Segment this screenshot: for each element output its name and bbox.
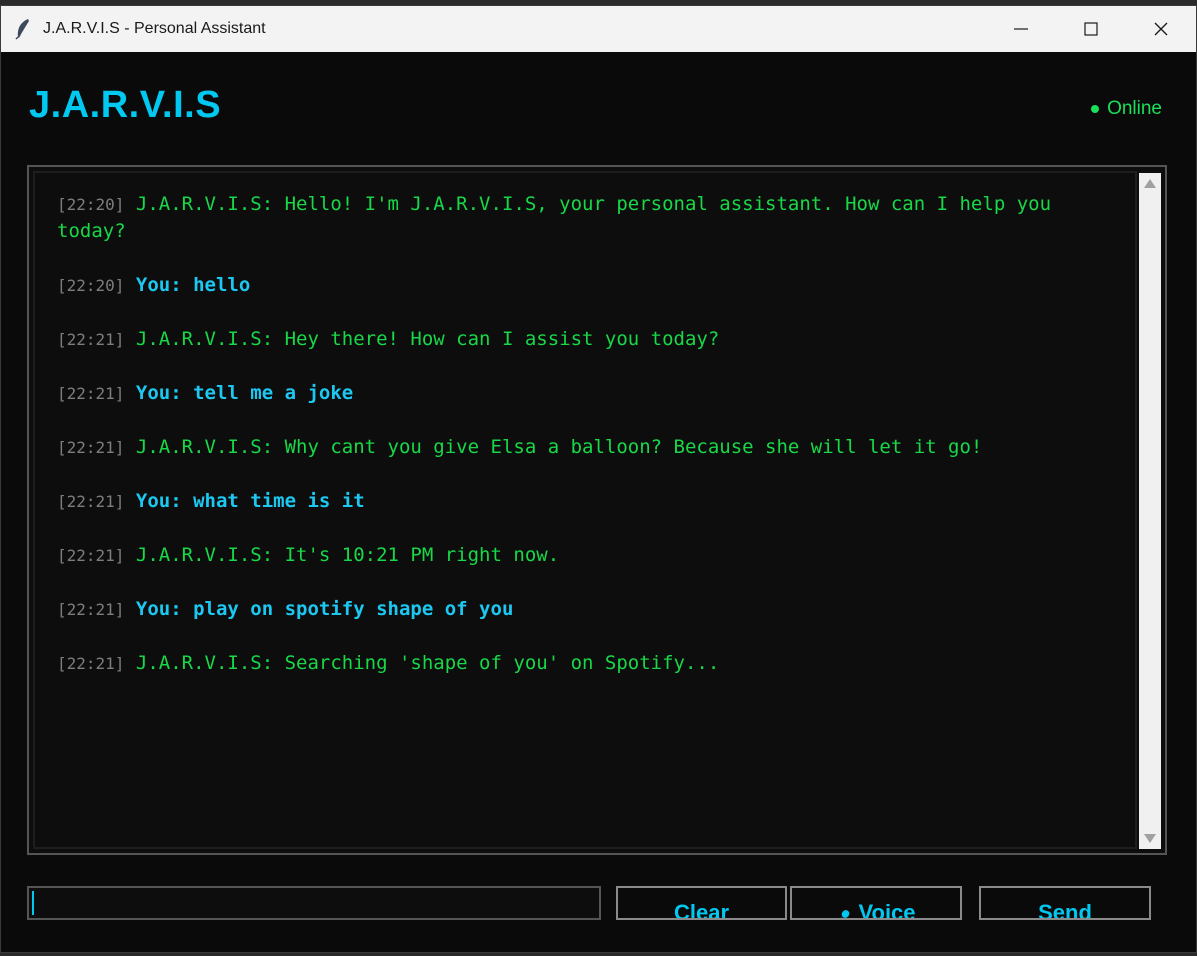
minimize-icon: [1014, 28, 1028, 30]
message-list: [22:20] J.A.R.V.I.S: Hello! I'm J.A.R.V.…: [57, 191, 1115, 704]
assistant-message-text: J.A.R.V.I.S: Why cant you give Elsa a ba…: [135, 436, 983, 458]
message-timestamp: [22:20]: [57, 195, 125, 214]
message-timestamp: [22:21]: [57, 492, 125, 511]
app-title: J.A.R.V.I.S: [29, 84, 222, 126]
chat-panel: [22:20] J.A.R.V.I.S: Hello! I'm J.A.R.V.…: [27, 165, 1167, 855]
feather-icon: [15, 19, 29, 40]
chat-message: [22:21] You: play on spotify shape of yo…: [57, 596, 1115, 623]
message-timestamp: [22:21]: [57, 654, 125, 673]
chat-message: [22:20] J.A.R.V.I.S: Hello! I'm J.A.R.V.…: [57, 191, 1115, 245]
scroll-down-arrow-icon[interactable]: [1144, 834, 1156, 843]
text-caret: [32, 891, 34, 915]
assistant-message-text: J.A.R.V.I.S: Hello! I'm J.A.R.V.I.S, you…: [57, 193, 1063, 242]
user-message-text: You: what time is it: [135, 490, 365, 512]
status-dot-icon: [1091, 105, 1100, 113]
title-bar: J.A.R.V.I.S - Personal Assistant: [1, 6, 1196, 52]
assistant-message-text: J.A.R.V.I.S: It's 10:21 PM right now.: [135, 544, 560, 566]
message-timestamp: [22:21]: [57, 438, 125, 457]
app-window: J.A.R.V.I.S - Personal Assistant J.A.R.V…: [0, 5, 1197, 953]
message-timestamp: [22:21]: [57, 384, 125, 403]
voice-button-label: Voice: [858, 900, 916, 920]
chat-message: [22:21] J.A.R.V.I.S: Hey there! How can …: [57, 326, 1115, 353]
chat-message: [22:21] You: what time is it: [57, 488, 1115, 515]
chat-scrollbar[interactable]: [1139, 173, 1161, 849]
microphone-icon: [841, 910, 850, 918]
chat-log[interactable]: [22:20] J.A.R.V.I.S: Hello! I'm J.A.R.V.…: [33, 171, 1137, 849]
maximize-button[interactable]: [1056, 6, 1126, 52]
message-input[interactable]: [27, 886, 601, 920]
chat-message: [22:21] J.A.R.V.I.S: It's 10:21 PM right…: [57, 542, 1115, 569]
message-timestamp: [22:21]: [57, 546, 125, 565]
assistant-message-text: J.A.R.V.I.S: Searching 'shape of you' on…: [135, 652, 720, 674]
window-title: J.A.R.V.I.S - Personal Assistant: [43, 20, 266, 37]
send-button[interactable]: Send: [979, 886, 1151, 920]
minimize-button[interactable]: [986, 6, 1056, 52]
chat-message: [22:21] J.A.R.V.I.S: Searching 'shape of…: [57, 650, 1115, 677]
assistant-message-text: J.A.R.V.I.S: Hey there! How can I assist…: [135, 328, 720, 350]
window-controls: [986, 6, 1196, 52]
maximize-icon: [1084, 22, 1098, 36]
user-message-text: You: tell me a joke: [135, 382, 354, 404]
close-button[interactable]: [1126, 6, 1196, 52]
clear-button-label: Clear: [673, 900, 730, 920]
chat-message: [22:21] You: tell me a joke: [57, 380, 1115, 407]
user-message-text: You: play on spotify shape of you: [135, 598, 514, 620]
message-timestamp: [22:21]: [57, 600, 125, 619]
status-indicator: Online: [1091, 98, 1162, 120]
message-timestamp: [22:20]: [57, 276, 125, 295]
voice-button[interactable]: Voice: [790, 886, 962, 920]
message-timestamp: [22:21]: [57, 330, 125, 349]
close-icon: [1154, 22, 1168, 36]
clear-button[interactable]: Clear: [616, 886, 787, 920]
chat-message: [22:21] J.A.R.V.I.S: Why cant you give E…: [57, 434, 1115, 461]
status-label: Online: [1107, 98, 1162, 119]
chat-message: [22:20] You: hello: [57, 272, 1115, 299]
user-message-text: You: hello: [135, 274, 251, 296]
scroll-up-arrow-icon[interactable]: [1144, 179, 1156, 188]
send-button-label: Send: [1038, 900, 1092, 920]
